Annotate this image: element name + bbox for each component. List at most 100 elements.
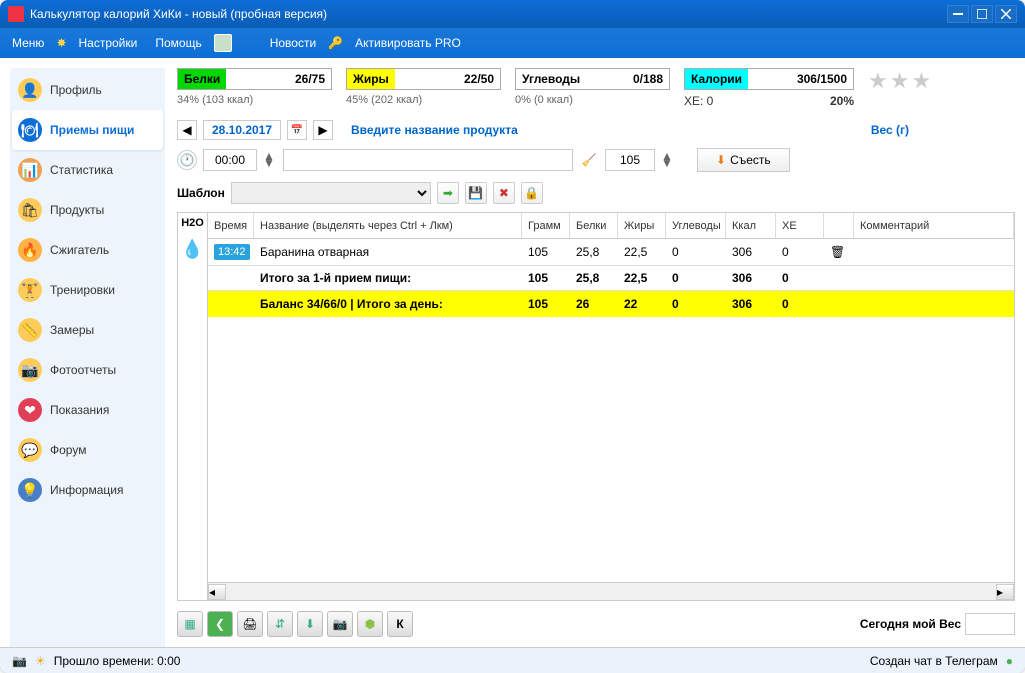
menu-settings[interactable]: Настройки xyxy=(73,32,144,54)
stats-icon: 📊 xyxy=(18,158,42,182)
menu-menu[interactable]: Меню xyxy=(6,32,50,54)
date-next-button[interactable]: ▶ xyxy=(313,120,333,140)
spinner-icon[interactable]: ▲▼ xyxy=(661,153,675,167)
broom-icon[interactable]: 🧹 xyxy=(579,150,599,170)
product-label: Введите название продукта xyxy=(351,123,865,137)
template-lock-button[interactable]: 🔒 xyxy=(521,182,543,204)
bulb-icon: 💡 xyxy=(18,478,42,502)
food-table: H2O 💧 Время Название (выделять через Ctr… xyxy=(177,212,1015,601)
th-delete xyxy=(824,213,854,238)
date-prev-button[interactable]: ◀ xyxy=(177,120,197,140)
cell-fat: 22,5 xyxy=(618,239,666,265)
th-fat[interactable]: Жиры xyxy=(618,213,666,238)
sidebar-item-products[interactable]: 🛍Продукты xyxy=(12,190,163,230)
template-select[interactable] xyxy=(231,182,431,204)
gear-icon: ✸ xyxy=(56,36,66,50)
tool-share-button[interactable]: ❮ xyxy=(207,611,233,637)
heart-icon: ❤ xyxy=(18,398,42,422)
calculator-icon[interactable] xyxy=(214,34,232,52)
star-icon: ★ xyxy=(890,68,910,94)
sidebar-item-indications[interactable]: ❤Показания xyxy=(12,390,163,430)
template-label: Шаблон xyxy=(177,186,225,200)
tool-print-button[interactable]: 🖨 xyxy=(237,611,263,637)
sidebar-item-measures[interactable]: 📏Замеры xyxy=(12,310,163,350)
template-apply-button[interactable]: ➡ xyxy=(437,182,459,204)
menu-activate[interactable]: Активировать PRO xyxy=(349,32,467,54)
rating-stars[interactable]: ★★★ xyxy=(868,68,931,94)
cell-gram: 105 xyxy=(522,239,570,265)
scroll-left-button[interactable]: ◂ xyxy=(208,584,226,600)
product-input[interactable] xyxy=(283,149,573,171)
h2o-column: H2O 💧 xyxy=(178,213,208,600)
tool-camera-button[interactable]: 📷 xyxy=(327,611,353,637)
sidebar-item-profile[interactable]: 👤Профиль xyxy=(12,70,163,110)
window-title: Калькулятор калорий ХиКи - новый (пробна… xyxy=(30,7,945,21)
th-prot[interactable]: Белки xyxy=(570,213,618,238)
date-input[interactable] xyxy=(203,120,281,140)
th-comment[interactable]: Комментарий xyxy=(854,213,1014,238)
sidebar-item-info[interactable]: 💡Информация xyxy=(12,470,163,510)
scroll-right-button[interactable]: ▸ xyxy=(996,584,1014,600)
th-name[interactable]: Название (выделять через Ctrl + Лкм) xyxy=(254,213,522,238)
spinner-icon[interactable]: ▲▼ xyxy=(263,153,277,167)
subtotal-name: Итого за 1-й прием пищи: xyxy=(254,266,522,290)
horizontal-scrollbar[interactable]: ◂ ▸ xyxy=(208,582,1014,600)
maximize-button[interactable] xyxy=(971,5,993,23)
protein-sub: 34% (103 ккал) xyxy=(177,94,332,106)
total-row: Баланс 34/66/0 | Итого за день: 105 26 2… xyxy=(208,291,1014,317)
star-icon: ★ xyxy=(911,68,931,94)
kcal-pct: 20% xyxy=(830,94,854,108)
th-xe[interactable]: ХЕ xyxy=(776,213,824,238)
menu-help[interactable]: Помощь xyxy=(149,32,207,54)
trash-icon[interactable]: 🗑 xyxy=(830,245,845,259)
carb-label: Углеводы xyxy=(516,69,586,89)
menu-news[interactable]: Новости xyxy=(264,32,322,54)
ruler-icon: 📏 xyxy=(18,318,42,342)
close-button[interactable] xyxy=(995,5,1017,23)
table-row[interactable]: 13:42 Баранина отварная 105 25,8 22,5 0 … xyxy=(208,239,1014,265)
tool-download-button[interactable]: ⬇ xyxy=(297,611,323,637)
sidebar-item-stats[interactable]: 📊 Статистика xyxy=(12,150,163,190)
eat-button[interactable]: ⬇Съесть xyxy=(697,148,790,172)
sidebar-item-trainings[interactable]: 🏋Тренировки xyxy=(12,270,163,310)
sidebar-item-forum[interactable]: 💬Форум xyxy=(12,430,163,470)
footer-toolbar: ▦ ❮ 🖨 ⇵ ⬇ 📷 ⬢ К Сегодня мой Вес xyxy=(177,601,1015,647)
tool-k-button[interactable]: К xyxy=(387,611,413,637)
th-gram[interactable]: Грамм xyxy=(522,213,570,238)
flame-icon: 🔥 xyxy=(18,238,42,262)
total-xe: 0 xyxy=(776,291,824,317)
tool-android-button[interactable]: ⬢ xyxy=(357,611,383,637)
tool-grid-button[interactable]: ▦ xyxy=(177,611,203,637)
sidebar-item-burner[interactable]: 🔥Сжигатель xyxy=(12,230,163,270)
th-kcal[interactable]: Ккал xyxy=(726,213,776,238)
th-carb[interactable]: Углеводы xyxy=(666,213,726,238)
water-drop-icon[interactable]: 💧 xyxy=(181,239,203,260)
sidebar-label: Статистика xyxy=(50,163,113,177)
fat-value: 22/50 xyxy=(395,72,500,86)
tool-export-button[interactable]: ⇵ xyxy=(267,611,293,637)
template-save-button[interactable]: 💾 xyxy=(465,182,487,204)
time-input[interactable] xyxy=(203,149,257,171)
protein-label: Белки xyxy=(178,69,226,89)
camera-icon[interactable]: 📷 xyxy=(12,654,27,668)
key-icon: 🔑 xyxy=(328,36,343,50)
elapsed-label: Прошло времени: 0:00 xyxy=(54,654,181,668)
weight-input[interactable] xyxy=(605,149,655,171)
protein-value: 26/75 xyxy=(226,72,331,86)
cell-prot: 25,8 xyxy=(570,239,618,265)
weight-today-label: Сегодня мой Вес xyxy=(860,617,961,631)
sidebar-item-photo[interactable]: 📷Фотоотчеты xyxy=(12,350,163,390)
th-time[interactable]: Время xyxy=(208,213,254,238)
sidebar-item-meals[interactable]: 🍽Приемы пищи xyxy=(12,110,163,150)
titlebar: Калькулятор калорий ХиКи - новый (пробна… xyxy=(0,0,1025,28)
template-delete-button[interactable]: ✖ xyxy=(493,182,515,204)
minimize-button[interactable] xyxy=(947,5,969,23)
calendar-button[interactable]: 📅 xyxy=(287,120,307,140)
total-fat: 22 xyxy=(618,291,666,317)
subtotal-prot: 25,8 xyxy=(570,266,618,290)
kcal-label: Калории xyxy=(685,69,748,89)
main-panel: Белки26/75 34% (103 ккал) Жиры22/50 45% … xyxy=(165,68,1015,647)
weight-label: Вес (г) xyxy=(871,123,909,137)
date-product-row: ◀ 📅 ▶ Введите название продукта Вес (г) xyxy=(177,120,1015,140)
weight-today-input[interactable] xyxy=(965,613,1015,635)
